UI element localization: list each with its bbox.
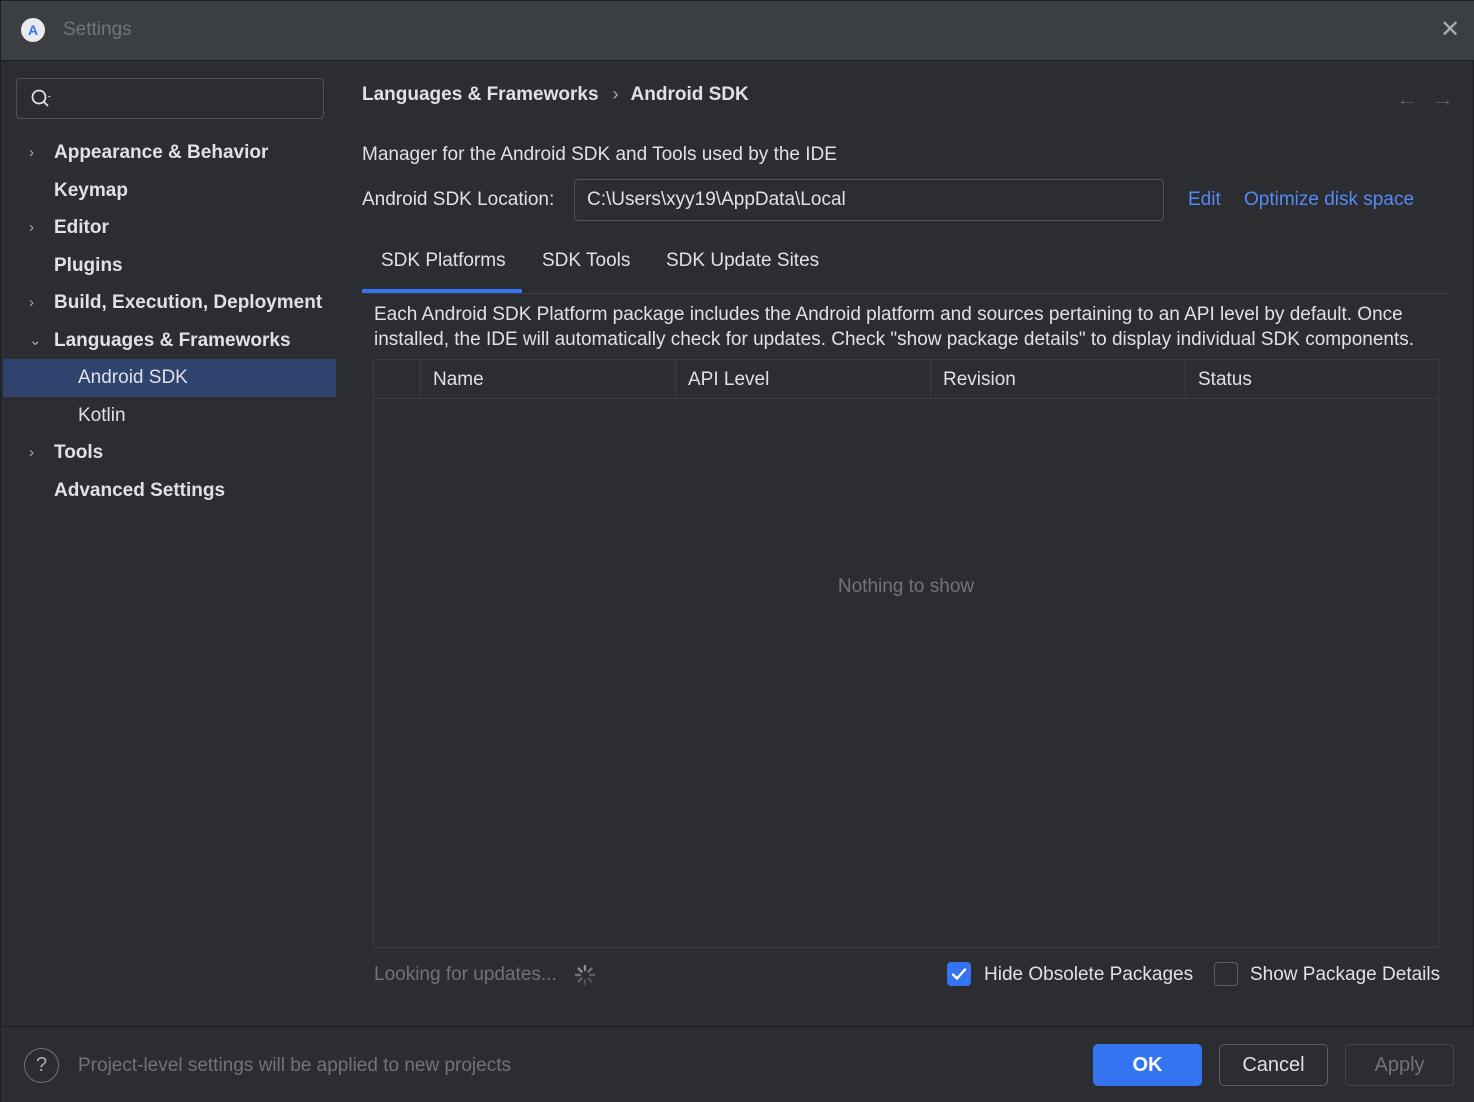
- edit-link[interactable]: Edit: [1188, 189, 1221, 211]
- settings-tree: › Appearance & Behavior Keymap › Editor …: [3, 134, 336, 509]
- loading-spinner-icon: [574, 964, 596, 986]
- sidebar-item-label: Editor: [54, 217, 109, 238]
- sidebar-item-tools[interactable]: › Tools: [3, 434, 336, 472]
- sidebar-item-label: Keymap: [54, 179, 128, 201]
- chevron-right-icon[interactable]: ›: [29, 209, 43, 247]
- sidebar-item-languages-frameworks[interactable]: ⌄ Languages & Frameworks: [3, 322, 336, 360]
- sidebar-item-advanced-settings[interactable]: Advanced Settings: [3, 472, 336, 510]
- sidebar-item-plugins[interactable]: Plugins: [3, 247, 336, 285]
- hide-obsolete-packages-label[interactable]: Hide Obsolete Packages: [984, 964, 1193, 986]
- chevron-right-icon[interactable]: ›: [29, 434, 43, 472]
- tab-sdk-platforms[interactable]: SDK Platforms: [381, 250, 506, 272]
- column-header-api-level[interactable]: API Level: [675, 360, 930, 399]
- footer-note: Project-level settings will be applied t…: [78, 1055, 511, 1076]
- sidebar-item-label: Advanced Settings: [54, 479, 226, 501]
- sidebar-item-kotlin[interactable]: Kotlin: [3, 397, 336, 435]
- sidebar-item-label: Languages & Frameworks: [54, 329, 291, 351]
- close-icon[interactable]: ✕: [1437, 17, 1463, 43]
- tab-description: Each Android SDK Platform package includ…: [374, 304, 1415, 350]
- sidebar-item-label: Tools: [54, 442, 104, 463]
- help-icon[interactable]: ?: [24, 1048, 59, 1083]
- sdk-packages-table: Name API Level Revision Status Nothing t…: [373, 359, 1439, 948]
- title-bar: A Settings ✕: [1, 1, 1474, 61]
- sdk-tabs: SDK Platforms SDK Tools SDK Update Sites: [362, 236, 1452, 294]
- chevron-down-icon[interactable]: ⌄: [29, 322, 43, 360]
- active-tab-indicator: [362, 289, 522, 293]
- column-header-status[interactable]: Status: [1185, 360, 1438, 399]
- sidebar-item-label: Build, Execution, Deployment: [54, 292, 323, 313]
- sidebar-item-build-execution-deployment[interactable]: › Build, Execution, Deployment: [3, 284, 336, 322]
- optimize-disk-space-link[interactable]: Optimize disk space: [1244, 189, 1414, 211]
- settings-dialog: A Settings ✕ › Appearance & Behavior Key…: [0, 0, 1474, 1102]
- breadcrumb-current: Android SDK: [630, 84, 749, 105]
- tab-sdk-tools[interactable]: SDK Tools: [542, 250, 630, 272]
- search-icon: [31, 89, 51, 107]
- sidebar-item-label: Plugins: [54, 254, 123, 276]
- cancel-button[interactable]: Cancel: [1219, 1044, 1328, 1086]
- settings-sidebar: › Appearance & Behavior Keymap › Editor …: [3, 62, 336, 1026]
- empty-table-message: Nothing to show: [837, 576, 975, 597]
- window-title: Settings: [63, 19, 132, 40]
- column-header-revision[interactable]: Revision: [930, 360, 1185, 399]
- tab-sdk-update-sites[interactable]: SDK Update Sites: [666, 250, 819, 272]
- sdk-location-label: Android SDK Location:: [362, 189, 555, 210]
- sidebar-item-label: Kotlin: [78, 404, 126, 426]
- sdk-location-field[interactable]: [574, 179, 1164, 221]
- sidebar-item-android-sdk[interactable]: Android SDK: [3, 359, 336, 397]
- hide-obsolete-packages-checkbox[interactable]: [947, 962, 971, 986]
- sidebar-item-editor[interactable]: › Editor: [3, 209, 336, 247]
- sidebar-item-label: Android SDK: [78, 367, 188, 388]
- breadcrumb: Languages & Frameworks › Android SDK: [362, 84, 749, 106]
- updates-status-text: Looking for updates...: [374, 964, 557, 985]
- settings-content: Languages & Frameworks › Android SDK ←→ Ma…: [336, 62, 1473, 1026]
- table-header: Name API Level Revision Status: [374, 360, 1438, 399]
- page-description: Manager for the Android SDK and Tools us…: [362, 144, 837, 165]
- apply-button[interactable]: Apply: [1345, 1044, 1454, 1086]
- history-navigation: ←→: [1396, 86, 1468, 112]
- sidebar-item-keymap[interactable]: Keymap: [3, 172, 336, 210]
- ok-button[interactable]: OK: [1093, 1044, 1202, 1086]
- column-header-name[interactable]: Name: [420, 360, 675, 399]
- status-row: Looking for updates... Hide Obsolete Pac…: [374, 962, 1454, 992]
- column-header-checkbox[interactable]: [374, 360, 420, 399]
- chevron-right-icon[interactable]: ›: [29, 284, 43, 322]
- forward-arrow-icon[interactable]: →: [1432, 86, 1468, 111]
- show-package-details-checkbox[interactable]: [1214, 962, 1238, 986]
- sidebar-item-label: Appearance & Behavior: [54, 142, 269, 163]
- breadcrumb-separator-icon: ›: [612, 84, 619, 104]
- breadcrumb-parent[interactable]: Languages & Frameworks: [362, 84, 599, 105]
- android-studio-logo-icon: A: [21, 18, 45, 42]
- dialog-footer: ? Project-level settings will be applied…: [1, 1026, 1474, 1102]
- checkmark-icon: [951, 968, 967, 980]
- settings-search-input[interactable]: [16, 78, 324, 119]
- sidebar-item-appearance-behavior[interactable]: › Appearance & Behavior: [3, 134, 336, 172]
- chevron-right-icon[interactable]: ›: [29, 134, 43, 172]
- show-package-details-label[interactable]: Show Package Details: [1250, 964, 1440, 986]
- back-arrow-icon[interactable]: ←: [1396, 86, 1432, 111]
